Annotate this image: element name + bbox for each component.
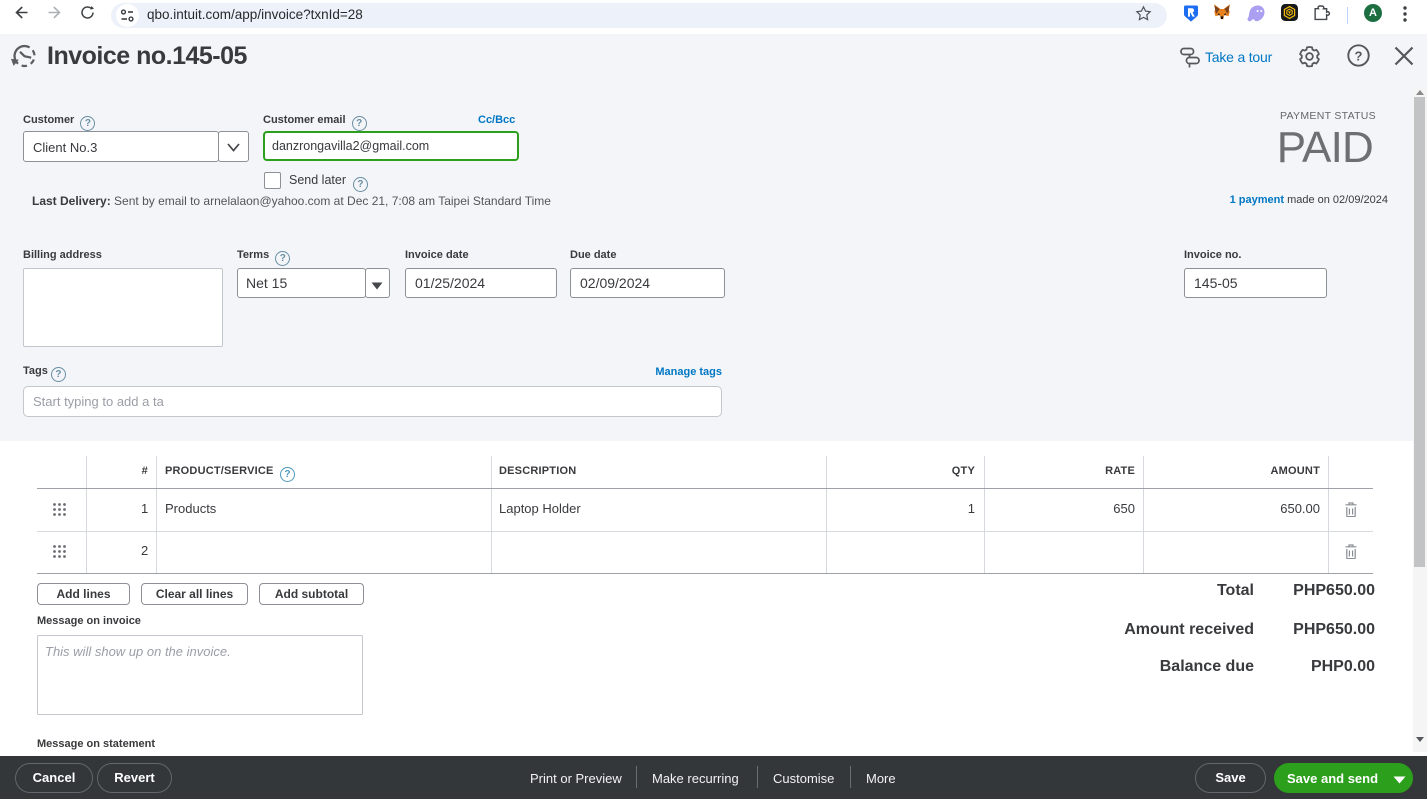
svg-text:?: ?	[1355, 48, 1363, 63]
